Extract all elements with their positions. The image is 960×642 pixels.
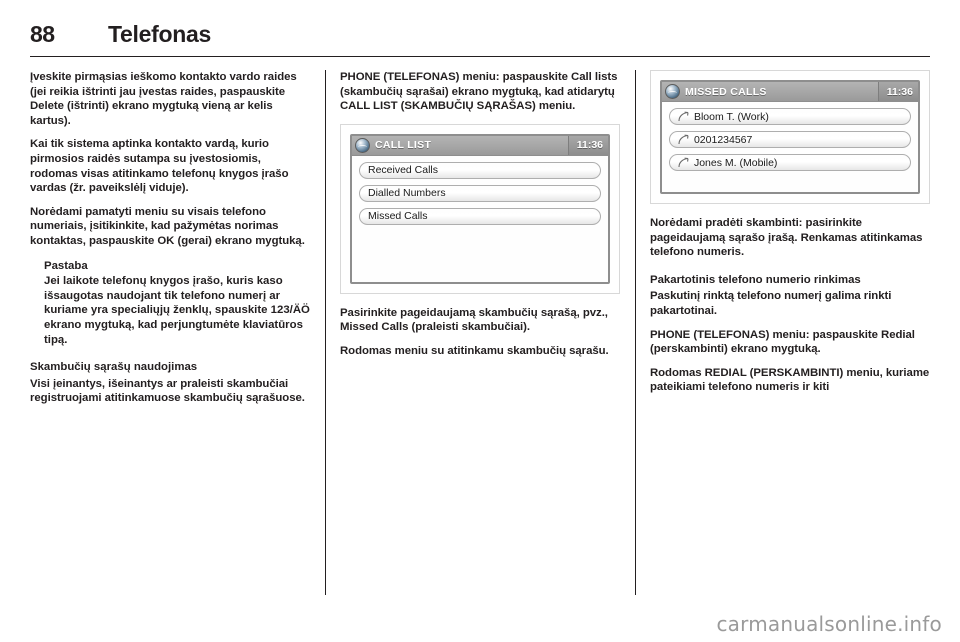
right-subheading: Pakartotinis telefono numerio rinkimas (649, 273, 861, 286)
call-list-item-received-calls[interactable]: Received Calls (358, 161, 601, 179)
call-list-titlebar: CALL LIST 11:36 (351, 135, 608, 156)
missed-call-entry-number[interactable]: 0201234567 (668, 131, 911, 148)
call-list-item-missed-calls[interactable]: Missed Calls (358, 207, 601, 225)
watermark: carmanualsonline.info (716, 612, 942, 636)
note-body: Jei laikote telefonų knygos įrašo, kuris… (44, 275, 310, 346)
middle-paragraph-3: Rodomas meniu su atitinkamu skambučių są… (339, 344, 609, 357)
call-list-screen: CALL LIST 11:36 Received Calls Dialled N… (349, 133, 610, 284)
call-list-body: Received Calls Dialled Numbers Missed Ca… (351, 155, 608, 282)
header-divider-rule (30, 56, 930, 57)
left-subheading: Skambučių sąrašų naudojimas (30, 361, 198, 374)
left-paragraph-2: Kai tik sistema aptinka kontakto vardą, … (30, 138, 289, 195)
missed-calls-figure: MISSED CALLS 11:36 Bloom T. (Work) 02012… (649, 70, 930, 204)
call-list-item-label: Dialled Numbers (367, 187, 446, 200)
globe-icon (664, 84, 680, 99)
left-paragraph-4: Visi įeinantys, išeinantys ar praleisti … (30, 377, 305, 405)
page-header: 88 Telefonas (30, 14, 930, 48)
column-divider-2 (635, 70, 636, 595)
call-list-empty-area (359, 231, 601, 275)
three-column-layout: Įveskite pirmąsias ieškomo kontakto vard… (30, 70, 930, 595)
call-list-item-label: Missed Calls (367, 210, 428, 223)
missed-calls-screen: MISSED CALLS 11:36 Bloom T. (Work) 02012… (659, 80, 920, 194)
missed-calls-clock: 11:36 (877, 82, 918, 101)
right-paragraph-3: PHONE (TELEFONAS) meniu: paspauskite Red… (649, 328, 915, 356)
call-list-clock: 11:36 (567, 135, 608, 155)
missed-call-entry-label: Jones M. (Mobile) (693, 156, 778, 169)
right-paragraph-4: Rodomas REDIAL (PERSKAMBINTI) meniu, kur… (649, 366, 930, 394)
page-number: 88 (30, 21, 55, 47)
missed-call-entry-bloom[interactable]: Bloom T. (Work) (668, 108, 911, 125)
missed-calls-screen-title: MISSED CALLS (684, 85, 767, 98)
left-column: Įveskite pirmąsias ieškomo kontakto vard… (30, 70, 310, 595)
column-divider-1 (325, 70, 326, 595)
note-block: Pastaba Jei laikote telefonų knygos įraš… (44, 259, 310, 348)
call-list-item-dialled-numbers[interactable]: Dialled Numbers (358, 184, 601, 202)
missed-call-entry-jones[interactable]: Jones M. (Mobile) (668, 154, 911, 171)
note-title: Pastaba (44, 259, 88, 272)
missed-call-entry-label: 0201234567 (693, 133, 753, 146)
missed-calls-titlebar: MISSED CALLS 11:36 (661, 82, 918, 102)
left-paragraph-3: Norėdami pamatyti meniu su visais telefo… (30, 205, 305, 247)
call-arrow-icon (678, 134, 689, 145)
missed-calls-body: Bloom T. (Work) 0201234567 Jones M. (Mob… (661, 102, 918, 192)
middle-paragraph-1: PHONE (TELEFONAS) meniu: paspauskite Cal… (339, 71, 618, 113)
globe-icon (354, 137, 370, 153)
right-column: MISSED CALLS 11:36 Bloom T. (Work) 02012… (649, 70, 930, 595)
middle-column: PHONE (TELEFONAS) meniu: paspauskite Cal… (339, 70, 620, 595)
right-paragraph-1: Norėdami pradėti skambinti: pasirinkite … (649, 217, 923, 259)
left-paragraph-1: Įveskite pirmąsias ieškomo kontakto vard… (30, 71, 297, 127)
call-list-item-label: Received Calls (367, 164, 439, 177)
call-arrow-icon (678, 111, 689, 122)
right-paragraph-2: Paskutinį rinktą telefono numerį galima … (649, 290, 892, 317)
missed-calls-empty-area (669, 177, 911, 185)
call-list-screen-title: CALL LIST (374, 139, 432, 152)
missed-call-entry-label: Bloom T. (Work) (693, 110, 769, 123)
middle-paragraph-2: Pasirinkite pageidaujamą skambučių sąraš… (339, 306, 608, 334)
call-arrow-icon (678, 157, 689, 168)
page-title: Telefonas (108, 21, 211, 47)
call-list-figure: CALL LIST 11:36 Received Calls Dialled N… (339, 123, 620, 294)
